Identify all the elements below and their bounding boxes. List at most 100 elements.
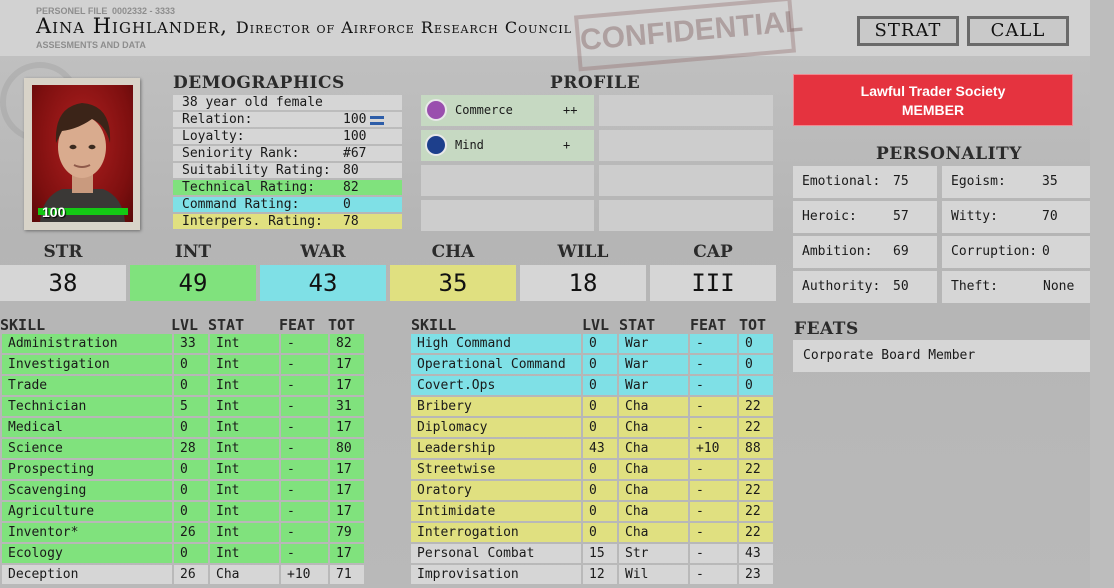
skill-total: 22 <box>739 481 773 500</box>
skill-feat: - <box>281 523 328 542</box>
skill-stat: War <box>619 376 688 395</box>
skill-feat: - <box>690 523 737 542</box>
demographics-value: 100 <box>343 112 367 127</box>
skill-level: 28 <box>174 439 208 458</box>
skill-header-feat: FEAT <box>690 316 727 334</box>
skill-row[interactable]: Prospecting 0 Int -17 <box>2 460 364 479</box>
stat-label-cha: CHA <box>431 242 475 262</box>
skill-row[interactable]: High Command 0 War -0 <box>411 334 773 353</box>
personality-trait: Witty: 70 <box>942 201 1090 233</box>
skill-row[interactable]: Covert.Ops 0 War -0 <box>411 376 773 395</box>
skill-row[interactable]: Medical 0 Int -17 <box>2 418 364 437</box>
skill-name: Operational Command <box>411 355 581 374</box>
skill-total: 80 <box>330 439 364 458</box>
skill-total: 0 <box>739 376 773 395</box>
skill-row[interactable]: Oratory 0 Cha -22 <box>411 481 773 500</box>
skill-stat: Cha <box>619 502 688 521</box>
skill-feat: - <box>281 376 328 395</box>
stat-label-int: INT <box>174 242 212 262</box>
skill-row[interactable]: Diplomacy 0 Cha -22 <box>411 418 773 437</box>
skill-header-tot: TOT <box>328 316 356 334</box>
skill-stat: Int <box>210 481 279 500</box>
skill-row[interactable]: Inventor* 26 Int -79 <box>2 523 364 542</box>
profile-title: PROFILE <box>550 73 641 93</box>
skill-feat: - <box>281 334 328 353</box>
skill-row[interactable]: Interrogation 0 Cha -22 <box>411 523 773 542</box>
skill-feat: - <box>281 544 328 563</box>
skill-stat: Int <box>210 502 279 521</box>
skill-row[interactable]: Agriculture 0 Int -17 <box>2 502 364 521</box>
skill-stat: Int <box>210 439 279 458</box>
skill-level: 0 <box>174 502 208 521</box>
call-button[interactable]: CALL <box>967 16 1069 46</box>
skill-name: Trade <box>2 376 172 395</box>
skill-row[interactable]: Ecology 0 Int -17 <box>2 544 364 563</box>
personality-label: Emotional: <box>802 174 881 189</box>
skill-name: Inventor* <box>2 523 172 542</box>
skill-stat: Int <box>210 544 279 563</box>
skill-feat: - <box>690 397 737 416</box>
skill-feat: +10 <box>281 565 328 584</box>
personality-trait: Heroic: 57 <box>793 201 937 233</box>
personality-trait: Corruption: 0 <box>942 236 1090 268</box>
demographics-value: 80 <box>343 163 359 178</box>
skill-feat: - <box>690 376 737 395</box>
skill-name: High Command <box>411 334 581 353</box>
character-role: Director of Airforce Research Council <box>235 18 573 37</box>
skill-row[interactable]: Technician 5 Int -31 <box>2 397 364 416</box>
skill-feat: - <box>281 439 328 458</box>
profile-slot-empty <box>599 165 773 196</box>
skill-total: 88 <box>739 439 773 458</box>
portrait[interactable] <box>32 85 133 222</box>
skill-total: 17 <box>330 355 364 374</box>
stat-value-str: 38 <box>0 265 126 301</box>
skill-stat: Cha <box>619 418 688 437</box>
skill-row[interactable]: Improvisation 12 Wil -23 <box>411 565 773 584</box>
skill-row[interactable]: Intimidate 0 Cha -22 <box>411 502 773 521</box>
skill-total: 22 <box>739 418 773 437</box>
skill-level: 0 <box>583 481 617 500</box>
skill-stat: Cha <box>619 439 688 458</box>
skill-row[interactable]: Deception 26 Cha +10 71 <box>2 565 364 584</box>
skill-level: 0 <box>583 460 617 479</box>
skill-name: Oratory <box>411 481 581 500</box>
skill-total: 0 <box>739 334 773 353</box>
summary-text: 38 year old female <box>182 95 323 110</box>
skill-stat: Int <box>210 355 279 374</box>
personality-label: Egoism: <box>951 174 1006 189</box>
skill-row[interactable]: Investigation 0 Int -17 <box>2 355 364 374</box>
skill-row[interactable]: Leadership 43 Cha +10 88 <box>411 439 773 458</box>
skill-feat: - <box>690 334 737 353</box>
skill-total: 22 <box>739 397 773 416</box>
skill-row[interactable]: Streetwise 0 Cha -22 <box>411 460 773 479</box>
profile-trait[interactable]: Commerce ++ <box>421 95 594 126</box>
stat-value-war: 43 <box>260 265 386 301</box>
stat-label-str: STR <box>43 242 83 262</box>
profile-trait[interactable]: Mind + <box>421 130 594 161</box>
skill-row[interactable]: Scavenging 0 Int -17 <box>2 481 364 500</box>
skill-row[interactable]: Personal Combat 15 Str -43 <box>411 544 773 563</box>
skill-stat: Cha <box>210 565 279 584</box>
skill-level: 43 <box>583 439 617 458</box>
personality-value: 69 <box>893 244 909 259</box>
demographics-row: Loyalty: 100 <box>173 129 402 144</box>
strat-button[interactable]: STRAT <box>857 16 959 46</box>
demographics-value: 82 <box>343 180 359 195</box>
skill-name: Bribery <box>411 397 581 416</box>
personality-value: 35 <box>1042 174 1058 189</box>
stat-value-int: 49 <box>130 265 256 301</box>
personality-label: Theft: <box>951 279 998 294</box>
skill-row[interactable]: Operational Command 0 War -0 <box>411 355 773 374</box>
skill-level: 0 <box>583 355 617 374</box>
skill-total: 17 <box>330 376 364 395</box>
skill-row[interactable]: Administration 33 Int -82 <box>2 334 364 353</box>
skill-row[interactable]: Science 28 Int -80 <box>2 439 364 458</box>
skill-level: 0 <box>583 397 617 416</box>
skill-feat: - <box>690 460 737 479</box>
skill-row[interactable]: Trade 0 Int -17 <box>2 376 364 395</box>
demographics-value: #67 <box>343 146 367 161</box>
faction-badge[interactable]: Lawful Trader Society MEMBER <box>793 74 1073 126</box>
skill-total: 17 <box>330 544 364 563</box>
skill-feat: - <box>281 355 328 374</box>
skill-row[interactable]: Bribery 0 Cha -22 <box>411 397 773 416</box>
